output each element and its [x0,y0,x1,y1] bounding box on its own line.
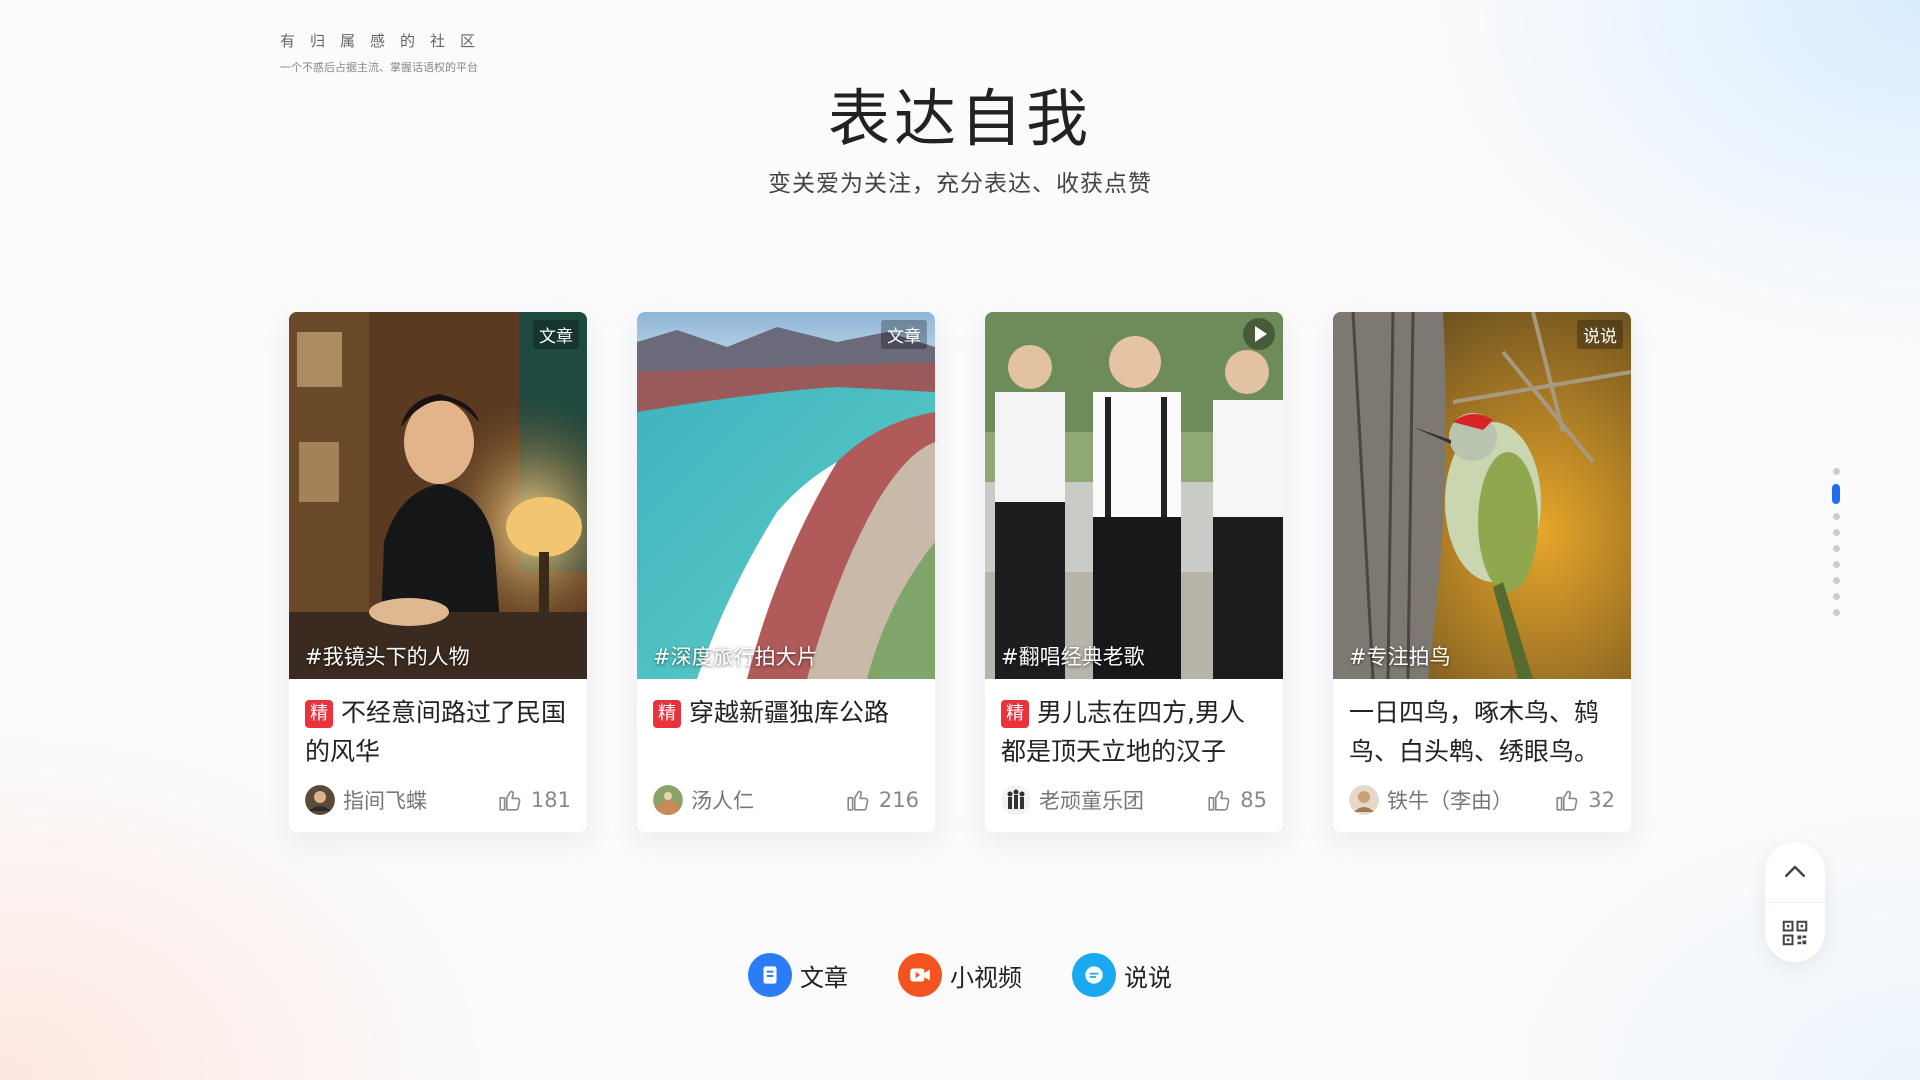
tab-talk[interactable]: 说说 [1072,953,1172,997]
tab-label: 小视频 [950,963,1022,992]
page-dot-active[interactable] [1832,484,1840,504]
post-title-text: 男儿志在四方,男人都是顶天立地的汉子 [1001,698,1245,766]
post-image [289,312,587,679]
like-count: 32 [1588,788,1615,812]
post-type-badge: 说说 [1577,320,1623,349]
like-count: 216 [878,788,919,812]
page-dot[interactable] [1832,577,1840,584]
author-name[interactable]: 指间飞蝶 [343,785,497,815]
post-card[interactable]: #翻唱经典老歌 精男儿志在四方,男人都是顶天立地的汉子 老顽童乐团 85 [985,312,1283,832]
post-title[interactable]: 精男儿志在四方,男人都是顶天立地的汉子 [985,679,1283,771]
brand-subtitle: 一个不惑后占据主流、掌握话语权的平台 [280,61,478,74]
hero-title: 表达自我 [827,82,1092,155]
post-thumbnail[interactable]: 说说 #专注拍鸟 [1333,312,1631,679]
tab-label: 文章 [800,963,848,992]
tab-article[interactable]: 文章 [748,953,848,997]
post-meta: 指间飞蝶 181 [305,784,571,816]
post-thumbnail[interactable]: 文章 #深度旅行拍大片 [637,312,935,679]
post-title[interactable]: 一日四鸟，啄木鸟、鸫鸟、白头鹎、绣眼鸟。 [1333,679,1631,771]
post-image [637,312,935,679]
post-card[interactable]: 说说 #专注拍鸟 一日四鸟，啄木鸟、鸫鸟、白头鹎、绣眼鸟。 铁牛（李由） 32 [1333,312,1631,832]
chat-icon [1072,953,1116,997]
like-button[interactable]: 216 [845,787,919,813]
qrcode-icon [1782,920,1808,946]
post-cards: 文章 #我镜头下的人物 精不经意间路过了民国的风华 指间飞蝶 181 文章 #深… [289,312,1631,832]
post-image [1333,312,1631,679]
page-dot[interactable] [1832,593,1840,600]
avatar[interactable] [1349,785,1379,815]
avatar[interactable] [1001,785,1031,815]
featured-badge: 精 [305,700,333,728]
author-name[interactable]: 汤人仁 [691,785,845,815]
page-dot[interactable] [1832,468,1840,475]
avatar[interactable] [653,785,683,815]
post-title-text: 一日四鸟，啄木鸟、鸫鸟、白头鹎、绣眼鸟。 [1349,698,1600,766]
content-type-tabs: 文章 小视频 说说 [0,953,1920,997]
post-type-badge: 文章 [533,320,579,349]
post-title[interactable]: 精穿越新疆独库公路 [637,679,935,771]
post-title-text: 穿越新疆独库公路 [689,698,890,727]
post-image [985,312,1283,679]
post-meta: 老顽童乐团 85 [1001,784,1267,816]
topic-tag[interactable]: #翻唱经典老歌 [1001,641,1145,671]
back-to-top-button[interactable] [1765,842,1825,902]
page-dot[interactable] [1832,545,1840,552]
author-name[interactable]: 老顽童乐团 [1039,785,1206,815]
post-title-text: 不经意间路过了民国的风华 [305,698,567,766]
article-icon [748,953,792,997]
post-thumbnail[interactable]: 文章 #我镜头下的人物 [289,312,587,679]
like-button[interactable]: 32 [1554,787,1615,813]
post-meta: 铁牛（李由） 32 [1349,784,1615,816]
page-dot[interactable] [1832,561,1840,568]
brand-title: 有归属感的社区 [280,32,491,50]
brand-block: 有归属感的社区 一个不惑后占据主流、掌握话语权的平台 [280,30,490,75]
video-icon [898,953,942,997]
featured-badge: 精 [653,700,681,728]
post-title[interactable]: 精不经意间路过了民国的风华 [289,679,587,771]
page-dot[interactable] [1832,513,1840,520]
thumbs-up-icon [1556,790,1578,811]
page-indicator [1832,468,1840,625]
like-button[interactable]: 85 [1206,787,1267,813]
topic-tag[interactable]: #我镜头下的人物 [305,641,470,671]
topic-tag[interactable]: #专注拍鸟 [1349,641,1451,671]
tab-label: 说说 [1124,963,1172,992]
avatar[interactable] [305,785,335,815]
thumbs-up-icon [499,790,521,811]
post-card[interactable]: 文章 #我镜头下的人物 精不经意间路过了民国的风华 指间飞蝶 181 [289,312,587,832]
like-count: 85 [1240,788,1267,812]
side-toolbar [1765,842,1825,962]
featured-badge: 精 [1001,700,1029,728]
thumbs-up-icon [847,790,869,811]
chevron-up-icon [1785,865,1805,877]
page-dot[interactable] [1832,609,1840,616]
like-count: 181 [530,788,571,812]
tab-video[interactable]: 小视频 [898,953,1022,997]
like-button[interactable]: 181 [497,787,571,813]
author-name[interactable]: 铁牛（李由） [1387,785,1554,815]
post-card[interactable]: 文章 #深度旅行拍大片 精穿越新疆独库公路 汤人仁 216 [637,312,935,832]
thumbs-up-icon [1208,790,1230,811]
post-type-badge: 文章 [881,320,927,349]
hero-section: 表达自我 变关爱为关注，充分表达、收获点赞 [0,80,1920,198]
post-meta: 汤人仁 216 [653,784,919,816]
topic-tag[interactable]: #深度旅行拍大片 [653,641,818,671]
hero-subtitle: 变关爱为关注，充分表达、收获点赞 [768,171,1152,197]
page-dot[interactable] [1832,529,1840,536]
post-thumbnail[interactable]: #翻唱经典老歌 [985,312,1283,679]
video-play-icon[interactable] [1243,318,1275,350]
